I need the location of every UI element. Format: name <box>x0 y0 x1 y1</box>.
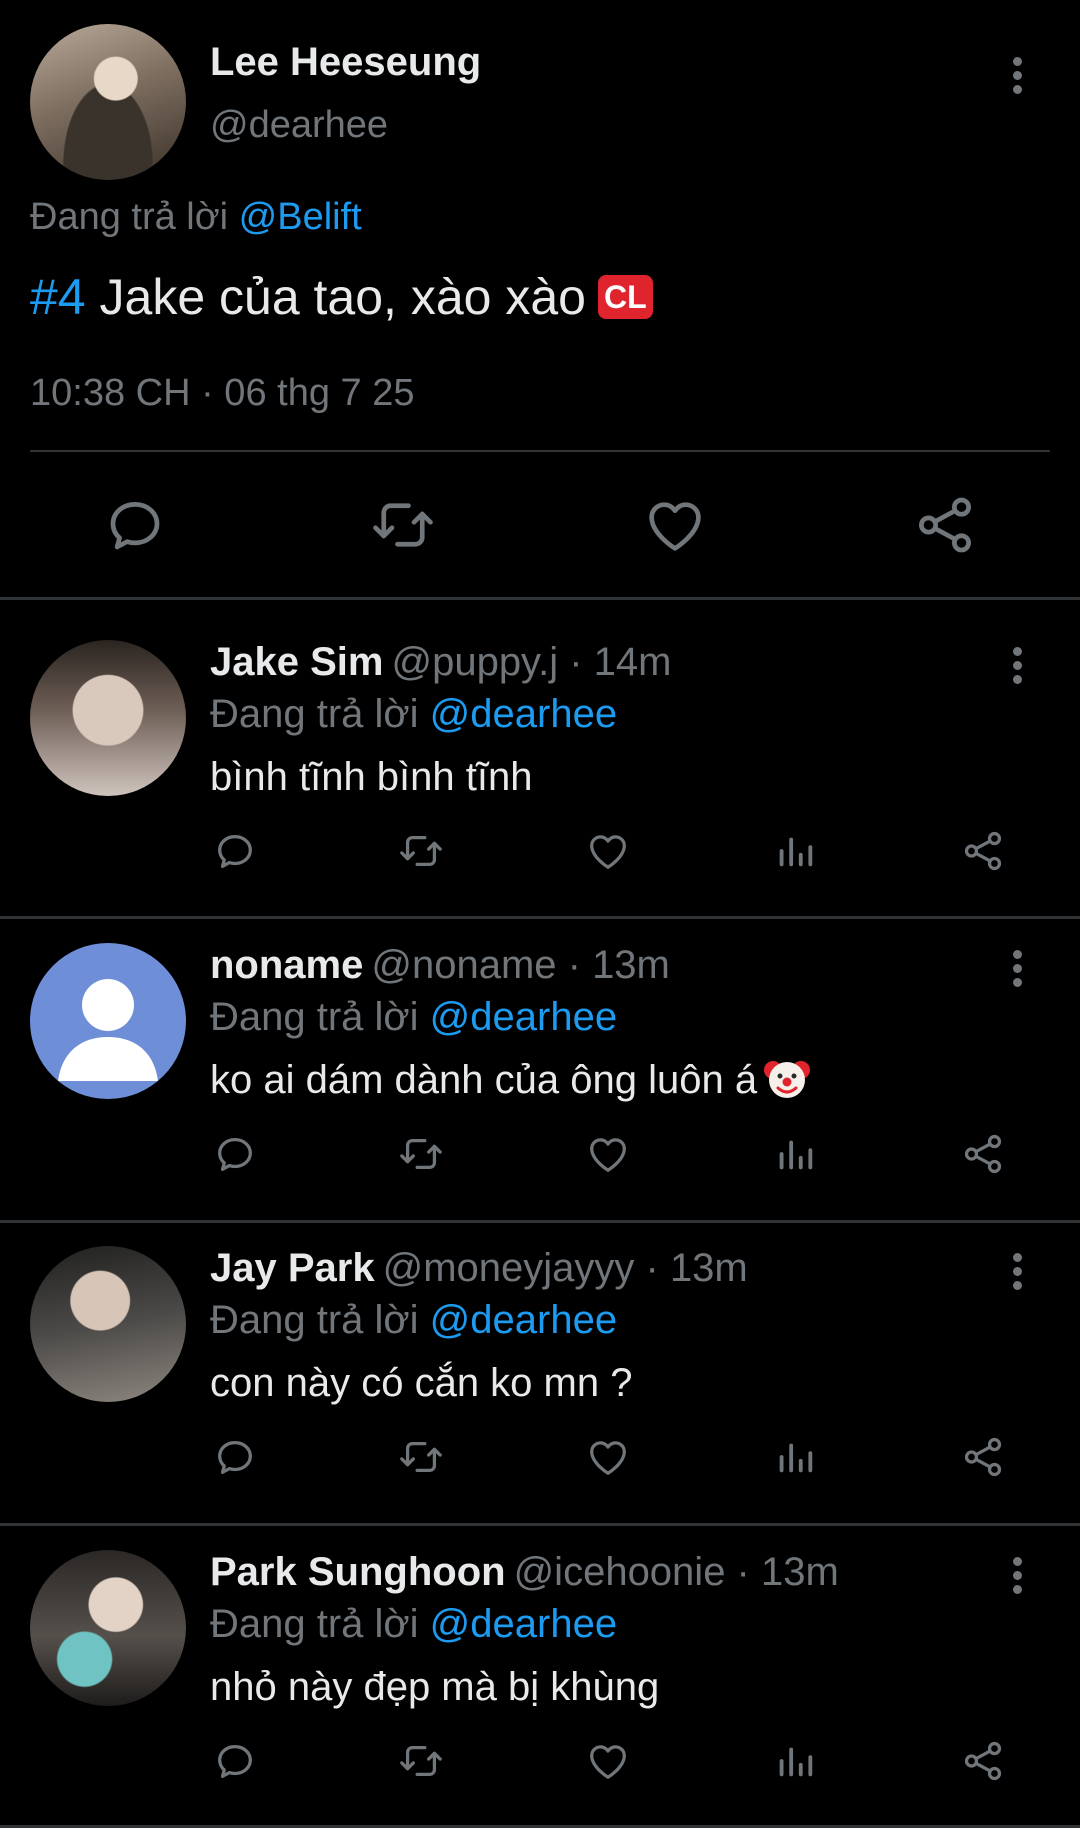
retweet-icon[interactable] <box>398 1131 444 1177</box>
reply-text: ko ai dám dành của ông luôn á <box>210 1058 758 1102</box>
replying-to-mention[interactable]: @Belift <box>239 196 362 238</box>
avatar[interactable] <box>30 1246 186 1402</box>
replying-to-mention[interactable]: @dearhee <box>430 1298 617 1342</box>
more-options-icon[interactable] <box>1002 642 1032 692</box>
tweet-text: #4 Jake của tao, xào xào CL <box>30 268 653 326</box>
reply-header: Park Sunghoon @icehoonie · 13m <box>210 1550 839 1595</box>
share-icon[interactable] <box>960 1738 1006 1784</box>
more-options-icon[interactable] <box>1002 1248 1032 1298</box>
like-icon[interactable] <box>585 1738 631 1784</box>
author-name[interactable]: Park Sunghoon <box>210 1550 506 1594</box>
reply-icon[interactable] <box>212 1738 258 1784</box>
reply-text: nhỏ này đẹp mà bị khùng <box>210 1665 660 1709</box>
main-tweet: Lee Heeseung @dearhee Đang trả lời @Beli… <box>0 0 1080 598</box>
tweet-body: Jake của tao, xào xào <box>85 269 586 325</box>
hashtag-link[interactable]: #4 <box>30 269 86 325</box>
reply-text-line: ko ai dám dành của ông luôn á <box>210 1058 811 1106</box>
author-name[interactable]: Jake Sim <box>210 640 383 684</box>
replying-to-mention[interactable]: @dearhee <box>430 1602 617 1646</box>
replying-to-line: Đang trả lời @dearhee <box>210 1298 617 1343</box>
avatar[interactable] <box>30 943 186 1099</box>
author-name[interactable]: noname <box>210 943 363 987</box>
author-name[interactable]: Lee Heeseung <box>210 40 481 85</box>
clown-emoji-icon <box>764 1061 811 1099</box>
reply-icon[interactable] <box>102 492 168 558</box>
views-icon[interactable] <box>772 828 818 874</box>
replying-prefix: Đang trả lời <box>30 196 229 238</box>
reply-tweet[interactable]: Park Sunghoon @icehoonie · 13m Đang trả l… <box>0 1510 1080 1810</box>
replying-to-line: Đang trả lời @dearhee <box>210 1602 617 1647</box>
share-icon[interactable] <box>960 1131 1006 1177</box>
author-handle[interactable]: @dearhee <box>210 104 388 147</box>
views-icon[interactable] <box>772 1131 818 1177</box>
views-icon[interactable] <box>772 1738 818 1784</box>
author-handle-time: @noname · 13m <box>371 943 670 987</box>
retweet-icon[interactable] <box>370 492 436 558</box>
reply-tweet[interactable]: Jay Park @moneyjayyy · 13m Đang trả lời @… <box>0 1206 1080 1506</box>
more-options-icon[interactable] <box>1002 52 1032 102</box>
reply-header: Jake Sim @puppy.j · 14m <box>210 640 671 685</box>
like-icon[interactable] <box>585 1131 631 1177</box>
reply-tweet[interactable]: noname @noname · 13m Đang trả lời @dearhe… <box>0 903 1080 1203</box>
replying-to-mention[interactable]: @dearhee <box>430 995 617 1039</box>
author-handle-time: @icehoonie · 13m <box>513 1550 839 1594</box>
like-icon[interactable] <box>585 828 631 874</box>
views-icon[interactable] <box>772 1434 818 1480</box>
reply-header: noname @noname · 13m <box>210 943 670 988</box>
avatar[interactable] <box>30 24 186 180</box>
more-options-icon[interactable] <box>1002 945 1032 995</box>
author-handle-time: @puppy.j · 14m <box>391 640 672 684</box>
share-icon[interactable] <box>912 492 978 558</box>
avatar[interactable] <box>30 640 186 796</box>
share-icon[interactable] <box>960 828 1006 874</box>
divider <box>30 450 1050 452</box>
author-name[interactable]: Jay Park <box>210 1246 375 1290</box>
reply-tweet[interactable]: Jake Sim @puppy.j · 14m Đang trả lời @dea… <box>0 600 1080 900</box>
reply-text: bình tĩnh bình tĩnh <box>210 755 533 799</box>
replying-to-line: Đang trả lời @dearhee <box>210 692 617 737</box>
reply-header: Jay Park @moneyjayyy · 13m <box>210 1246 748 1291</box>
replying-prefix: Đang trả lời <box>210 995 419 1039</box>
like-icon[interactable] <box>642 492 708 558</box>
cl-badge-emoji: CL <box>597 274 653 319</box>
like-icon[interactable] <box>585 1434 631 1480</box>
replying-to-mention[interactable]: @dearhee <box>430 692 617 736</box>
author-handle-time: @moneyjayyy · 13m <box>382 1246 748 1290</box>
replying-prefix: Đang trả lời <box>210 692 419 736</box>
reply-icon[interactable] <box>212 828 258 874</box>
avatar[interactable] <box>30 1550 186 1706</box>
retweet-icon[interactable] <box>398 828 444 874</box>
reply-icon[interactable] <box>212 1434 258 1480</box>
replying-to-line: Đang trả lời @dearhee <box>210 995 617 1040</box>
retweet-icon[interactable] <box>398 1738 444 1784</box>
reply-icon[interactable] <box>212 1131 258 1177</box>
tweet-timestamp[interactable]: 10:38 CH · 06 thg 7 25 <box>30 372 414 415</box>
reply-text: con này có cắn ko mn ? <box>210 1361 633 1405</box>
retweet-icon[interactable] <box>398 1434 444 1480</box>
replying-prefix: Đang trả lời <box>210 1602 419 1646</box>
more-options-icon[interactable] <box>1002 1552 1032 1602</box>
default-avatar-icon <box>58 979 158 1081</box>
replying-to-line: Đang trả lời @Belift <box>30 196 362 239</box>
replying-prefix: Đang trả lời <box>210 1298 419 1342</box>
share-icon[interactable] <box>960 1434 1006 1480</box>
